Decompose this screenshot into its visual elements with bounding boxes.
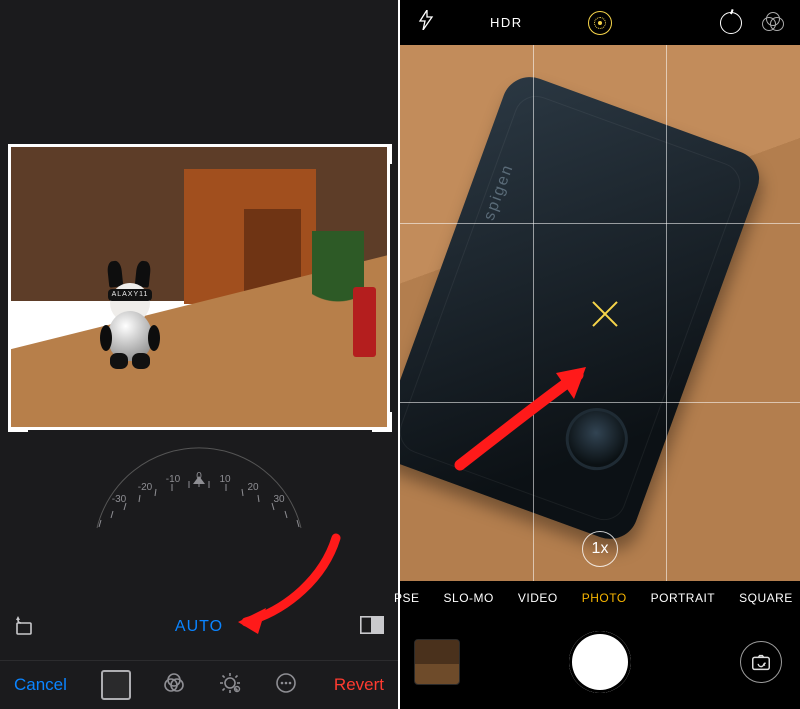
dial-pointer-icon <box>193 476 205 484</box>
last-photo-thumbnail[interactable] <box>414 639 460 685</box>
photos-edit-screen: ALAXY11 <box>0 0 398 709</box>
mode-option[interactable]: PORTRAIT <box>651 591 715 605</box>
dial-tick: 10 <box>219 474 231 485</box>
camera-top-bar: HDR <box>400 0 800 45</box>
cancel-button[interactable]: Cancel <box>0 675 81 695</box>
mode-option[interactable]: PSE <box>394 591 420 605</box>
auto-straighten-button[interactable]: AUTO <box>175 618 223 636</box>
dial-tick: 20 <box>247 482 259 493</box>
mode-option[interactable]: VIDEO <box>518 591 558 605</box>
flash-button[interactable] <box>418 10 434 35</box>
phone-brand-text: spigen <box>481 161 518 223</box>
aspect-ratio-button[interactable] <box>360 616 384 639</box>
crop-frame[interactable] <box>8 144 390 430</box>
dial-tick: -20 <box>138 482 153 493</box>
photo-preview <box>11 147 387 427</box>
crop-tool-button[interactable] <box>101 670 131 700</box>
rotate-ccw-button[interactable] <box>14 616 36 641</box>
crop-handle-tl[interactable] <box>8 144 28 164</box>
mode-option[interactable]: SLO-MO <box>444 591 494 605</box>
camera-screen: HDR spigen 1x PSE SLO-MO VIDEO P <box>400 0 800 709</box>
shutter-button[interactable] <box>569 631 631 693</box>
more-tool-button[interactable] <box>273 670 299 696</box>
camera-modes[interactable]: PSE SLO-MO VIDEO PHOTO PORTRAIT SQUARE <box>400 581 800 615</box>
filters-button[interactable] <box>762 12 784 34</box>
dial-tick: 30 <box>273 494 285 505</box>
camera-bottom-bar <box>400 615 800 709</box>
edit-toolbar: Cancel Revert <box>0 660 398 709</box>
crop-handle-bl[interactable] <box>8 412 28 432</box>
dial-tick: -30 <box>112 494 127 505</box>
hdr-button[interactable]: HDR <box>490 15 523 30</box>
camera-viewfinder[interactable]: spigen 1x <box>400 45 800 581</box>
zoom-button[interactable]: 1x <box>582 531 618 567</box>
crop-handle-tr[interactable] <box>372 144 392 164</box>
viewfinder-subject-phone: spigen <box>400 69 767 547</box>
photo-subject-toy: ALAXY11 <box>90 255 170 385</box>
mode-option-selected[interactable]: PHOTO <box>582 591 627 605</box>
toy-headband-text: ALAXY11 <box>108 289 152 301</box>
phone-camera-lens-icon <box>557 399 636 478</box>
timer-button[interactable] <box>720 12 742 34</box>
light-tool-button[interactable] <box>217 670 243 696</box>
filters-tool-button[interactable] <box>161 670 187 696</box>
live-photo-button[interactable] <box>588 11 612 35</box>
switch-camera-button[interactable] <box>740 641 782 683</box>
dial-tick: -10 <box>166 474 181 485</box>
mode-option[interactable]: SQUARE <box>739 591 793 605</box>
crop-handle-br[interactable] <box>372 412 392 432</box>
revert-button[interactable]: Revert <box>320 675 398 695</box>
straighten-dial[interactable]: -30 -20 -10 0 10 20 30 <box>79 430 319 550</box>
